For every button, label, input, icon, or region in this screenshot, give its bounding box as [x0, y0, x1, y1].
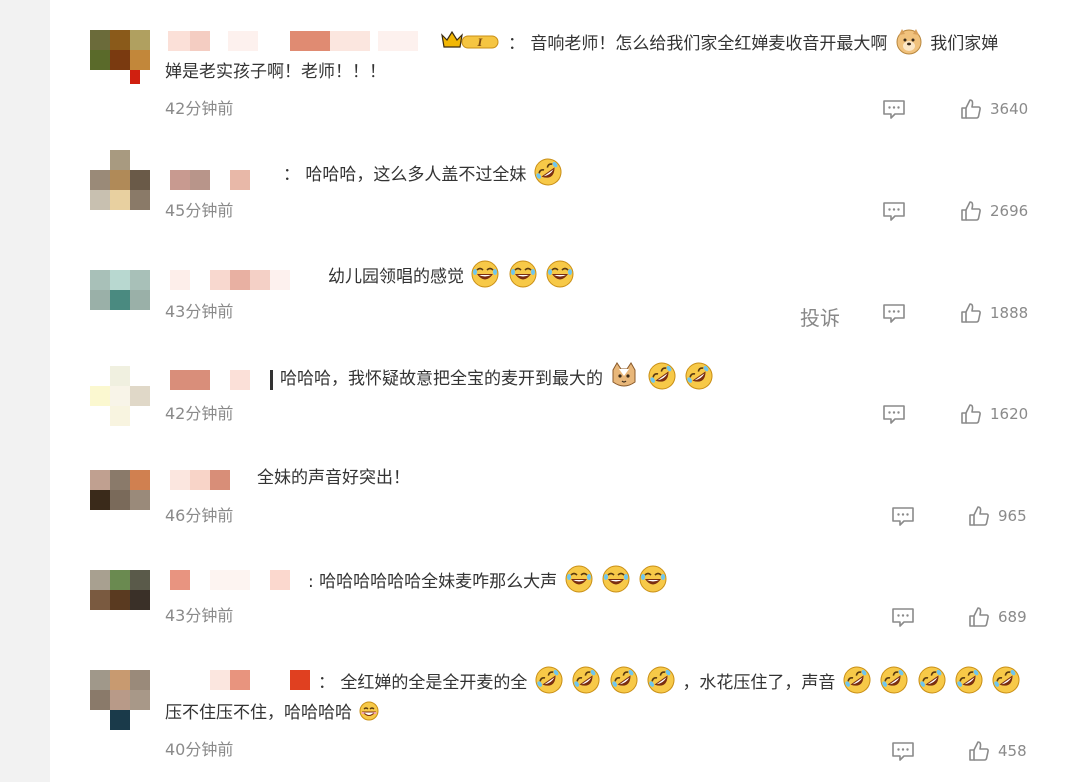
comment-icon[interactable] — [882, 404, 906, 424]
username-blurred[interactable] — [170, 370, 275, 390]
laughing-tears-emoji-icon — [509, 260, 537, 288]
comment-text-line2: 婵是老实孩子啊！老师！！！ — [165, 62, 386, 82]
comment-icon[interactable] — [891, 607, 915, 627]
comment-text: 全妹的声音好突出！ — [257, 465, 410, 491]
rolling-laughing-emoji-icon — [918, 666, 946, 694]
report-link[interactable]: 投诉 — [800, 302, 840, 331]
laughing-tears-emoji-icon — [639, 565, 667, 593]
username-blurred[interactable] — [170, 570, 310, 590]
comment-icon[interactable] — [882, 201, 906, 221]
page-gutter — [0, 0, 50, 782]
comment-segment: 全妹的声音好突出！ — [257, 468, 410, 488]
comment-segment: 音响老师！怎么给我们家全红婵麦收音开最大啊 — [530, 34, 888, 54]
laughing-tears-emoji-icon — [471, 260, 499, 288]
comment-time: 40分钟前 — [165, 740, 234, 759]
like-count: 1620 — [990, 405, 1029, 423]
comment-icon[interactable] — [891, 506, 915, 526]
rolling-laughing-emoji-icon — [685, 362, 713, 390]
avatar[interactable] — [90, 470, 150, 530]
like-count: 689 — [998, 608, 1027, 626]
thumbs-up-icon[interactable] — [960, 98, 982, 120]
comment-icon[interactable] — [891, 741, 915, 761]
laughing-tears-emoji-icon — [565, 565, 593, 593]
thumbs-up-icon[interactable] — [968, 606, 990, 628]
like-count: 458 — [998, 742, 1027, 760]
grinning-emoji-icon — [359, 701, 379, 721]
laughing-tears-emoji-icon — [602, 565, 630, 593]
comment-text: : 哈哈哈哈哈哈全妹麦咋那么大声 — [308, 565, 669, 595]
like-count: 965 — [998, 507, 1027, 525]
comment-time: 45分钟前 — [165, 201, 234, 220]
avatar[interactable] — [90, 270, 150, 330]
comment-text: ： 音响老师！怎么给我们家全红婵麦收音开最大啊 我们家婵 — [508, 27, 998, 57]
comment-text: ： 哈哈哈，这么多人盖不过全妹 — [283, 158, 564, 188]
avatar[interactable] — [90, 570, 150, 630]
separator: ： — [283, 165, 300, 185]
comment-icon[interactable] — [882, 99, 906, 119]
comment-text: ： 全红婵的全是全开麦的全 ，水花压住了，声音 — [318, 666, 1022, 696]
comment-feed: I ： 音响老师！怎么给我们家全红婵麦收音开最大啊 我们家婵 婵是老实孩子啊！老… — [0, 0, 1067, 782]
comment-segment: 哈哈哈哈哈哈全妹麦咋那么大声 — [319, 572, 558, 592]
thumbs-up-icon[interactable] — [960, 403, 982, 425]
comment-segment: 幼儿园领唱的感觉 — [328, 267, 464, 287]
thumbs-up-icon[interactable] — [968, 740, 990, 762]
doge-emoji-icon — [895, 27, 923, 55]
comment-text: 幼儿园领唱的感觉 — [328, 260, 576, 290]
comment-segment: 压不住压不住，哈哈哈哈 — [165, 703, 352, 723]
comment-time: 43分钟前 — [165, 302, 234, 321]
cat-emoji-icon — [610, 362, 638, 390]
comment-segment: ，水花压住了，声音 — [682, 673, 836, 693]
comment-segment: 全红婵的全是全开麦的全 — [340, 673, 528, 693]
separator: : — [308, 572, 314, 592]
rolling-laughing-emoji-icon — [610, 666, 638, 694]
like-count: 3640 — [990, 100, 1029, 118]
avatar[interactable] — [90, 30, 150, 90]
rolling-laughing-emoji-icon — [648, 362, 676, 390]
comment-time: 42分钟前 — [165, 99, 234, 118]
comment-time: 43分钟前 — [165, 606, 234, 625]
rolling-laughing-emoji-icon — [955, 666, 983, 694]
svg-text:I: I — [477, 38, 483, 49]
separator: ： — [508, 34, 525, 54]
rolling-laughing-emoji-icon — [534, 158, 562, 186]
avatar[interactable] — [90, 670, 150, 730]
rolling-laughing-emoji-icon — [535, 666, 563, 694]
rolling-laughing-emoji-icon — [843, 666, 871, 694]
username-blurred[interactable] — [170, 670, 312, 690]
like-count: 2696 — [990, 202, 1029, 220]
avatar[interactable] — [90, 150, 150, 210]
thumbs-up-icon[interactable] — [960, 200, 982, 222]
gutter-divider — [50, 0, 64, 782]
comment-segment: 哈哈哈，我怀疑故意把全宝的麦开到最大的 — [280, 369, 603, 389]
username-blurred[interactable] — [170, 170, 270, 190]
comment-icon[interactable] — [882, 303, 906, 323]
comment-segment: 哈哈哈，这么多人盖不过全妹 — [305, 165, 527, 185]
laughing-tears-emoji-icon — [546, 260, 574, 288]
rolling-laughing-emoji-icon — [992, 666, 1020, 694]
comment-time: 46分钟前 — [165, 506, 234, 525]
username-blurred[interactable] — [168, 31, 436, 51]
username-blurred[interactable] — [170, 470, 232, 490]
rolling-laughing-emoji-icon — [647, 666, 675, 694]
like-count: 1888 — [990, 304, 1029, 322]
comment-segment: 我们家婵 — [930, 34, 999, 54]
crown-vip-badge-icon[interactable]: I — [440, 29, 500, 53]
comment-time: 42分钟前 — [165, 404, 234, 423]
comment-text: 哈哈哈，我怀疑故意把全宝的麦开到最大的 — [280, 362, 715, 392]
username-blurred[interactable] — [170, 270, 310, 290]
comment-text-line2: 压不住压不住，哈哈哈哈 — [165, 700, 381, 726]
thumbs-up-icon[interactable] — [960, 302, 982, 324]
avatar[interactable] — [90, 366, 150, 426]
rolling-laughing-emoji-icon — [880, 666, 908, 694]
rolling-laughing-emoji-icon — [572, 666, 600, 694]
thumbs-up-icon[interactable] — [968, 505, 990, 527]
separator: ： — [318, 673, 335, 693]
